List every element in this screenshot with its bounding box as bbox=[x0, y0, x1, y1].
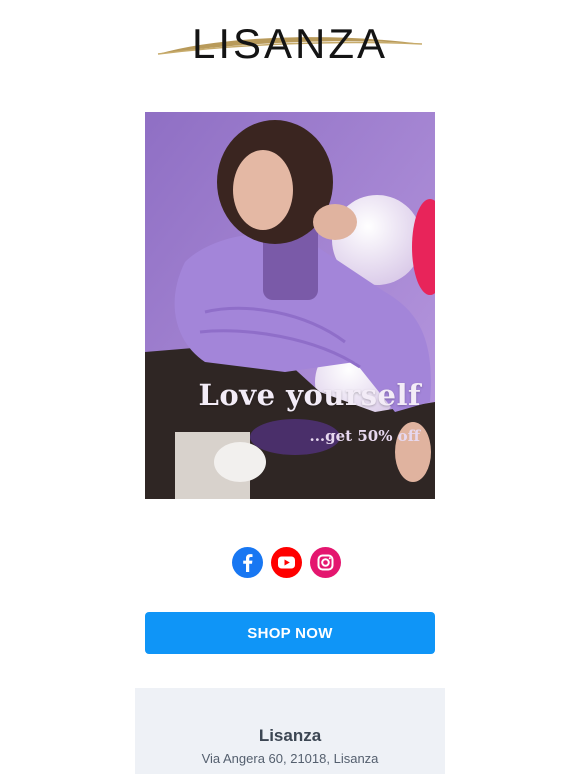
hero-banner[interactable]: Love yourself ...get 50% off bbox=[145, 112, 435, 499]
footer-company-name: Lisanza bbox=[258, 726, 322, 745]
social-links bbox=[232, 547, 341, 578]
hero-subline: ...get 50% off bbox=[309, 427, 420, 445]
brand-logo[interactable]: LISANZA bbox=[150, 14, 430, 68]
hero-headline: Love yourself bbox=[198, 378, 421, 412]
instagram-icon[interactable] bbox=[310, 547, 341, 578]
footer-address: Via Angera 60, 21018, Lisanza bbox=[201, 751, 379, 766]
youtube-icon[interactable] bbox=[271, 547, 302, 578]
footer: Lisanza Via Angera 60, 21018, Lisanza bbox=[135, 688, 445, 774]
logo-text: LISANZA bbox=[191, 20, 389, 67]
shop-now-button[interactable]: SHOP NOW bbox=[145, 612, 435, 654]
facebook-icon[interactable] bbox=[232, 547, 263, 578]
